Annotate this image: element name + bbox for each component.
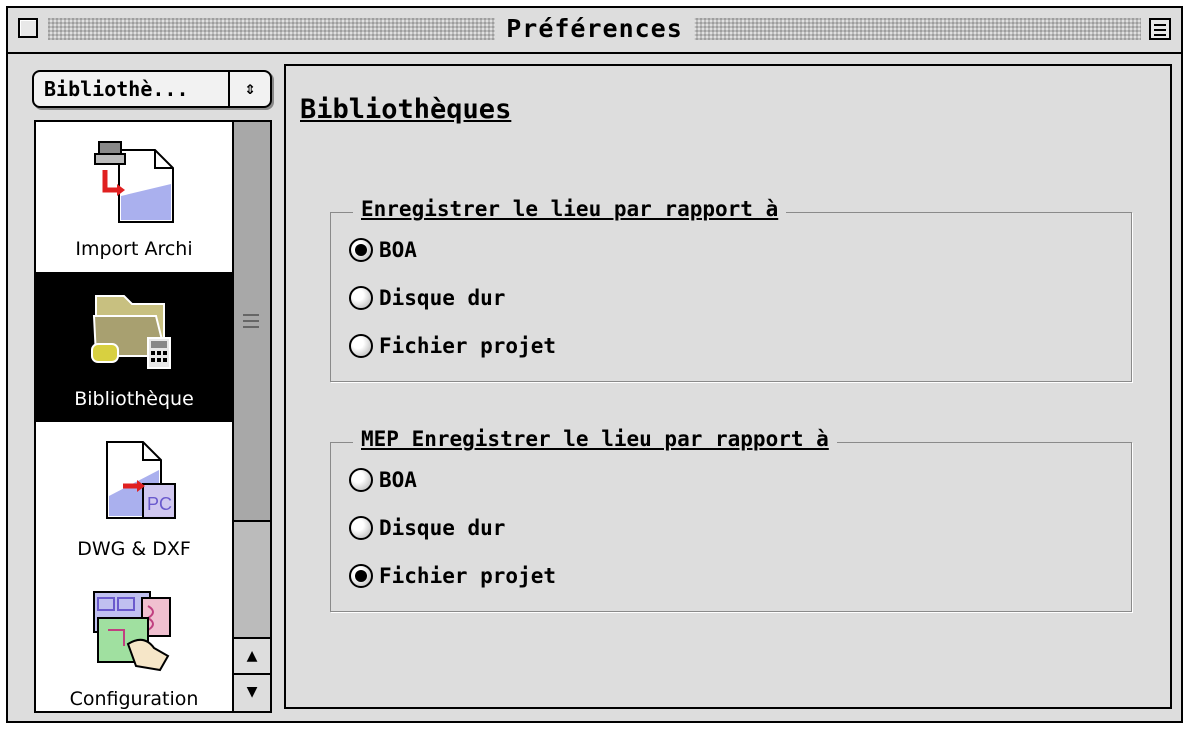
radio-label: Fichier projet xyxy=(379,564,557,588)
category-item-bibliotheque[interactable]: Bibliothèque xyxy=(36,272,232,422)
category-item-dwg-dxf[interactable]: PC DWG & DXF xyxy=(36,422,232,572)
category-label: Configuration xyxy=(69,688,199,710)
preferences-window: Préférences Bibliothè... ⇕ Import Archi … xyxy=(6,6,1183,723)
radio-option-fichier-projet[interactable]: Fichier projet xyxy=(349,559,556,593)
category-items: Import Archi Bibliothèque PC DWG & DXF C… xyxy=(36,122,232,711)
section-title: Bibliothèques xyxy=(300,94,512,125)
radio-label: Fichier projet xyxy=(379,334,557,358)
radio-option-fichier-projet[interactable]: Fichier projet xyxy=(349,329,556,363)
title-bar[interactable]: Préférences xyxy=(8,8,1181,54)
import-archi-icon xyxy=(94,141,174,223)
radio-button[interactable] xyxy=(349,564,373,588)
window-shade-icon[interactable] xyxy=(1149,18,1171,40)
category-pane: Bibliothè... ⇕ Import Archi Bibliothèque… xyxy=(12,58,276,713)
radio-label: BOA xyxy=(379,238,417,262)
scroll-thumb[interactable] xyxy=(234,122,270,522)
radio-button[interactable] xyxy=(349,334,373,358)
category-popup-menu[interactable]: Bibliothè... ⇕ xyxy=(32,70,272,108)
radio-button[interactable] xyxy=(349,286,373,310)
radio-option-disque-dur[interactable]: Disque dur xyxy=(349,281,505,315)
category-popup-label: Bibliothè... xyxy=(44,77,189,101)
category-label: Import Archi xyxy=(75,238,193,260)
settings-panel: Bibliothèques Enregistrer le lieu par ra… xyxy=(284,64,1172,709)
category-list: Import Archi Bibliothèque PC DWG & DXF C… xyxy=(34,120,272,713)
group-location: Enregistrer le lieu par rapport à BOA Di… xyxy=(330,197,1132,382)
library-folder-icon xyxy=(91,295,171,369)
group-title: MEP Enregistrer le lieu par rapport à xyxy=(353,427,837,451)
category-item-configuration[interactable]: Configuration xyxy=(36,572,232,711)
scroll-down-arrow-icon[interactable]: ▼ xyxy=(234,673,270,711)
radio-button[interactable] xyxy=(349,238,373,262)
close-box-icon[interactable] xyxy=(18,18,38,38)
scroll-up-arrow-icon[interactable]: ▲ xyxy=(234,637,270,675)
radio-option-boa[interactable]: BOA xyxy=(349,463,417,497)
radio-option-boa[interactable]: BOA xyxy=(349,233,417,267)
category-item-import-archi[interactable]: Import Archi xyxy=(36,122,232,272)
group-mep-location: MEP Enregistrer le lieu par rapport à BO… xyxy=(330,427,1132,612)
category-scrollbar[interactable]: ▲ ▼ xyxy=(232,122,270,711)
radio-button[interactable] xyxy=(349,468,373,492)
category-label: DWG & DXF xyxy=(77,538,191,560)
configuration-icon xyxy=(93,591,171,672)
radio-label: Disque dur xyxy=(379,286,506,310)
category-label: Bibliothèque xyxy=(74,388,194,410)
window-title: Préférences xyxy=(494,14,695,44)
popup-arrows-icon: ⇕ xyxy=(228,72,270,106)
radio-label: Disque dur xyxy=(379,516,506,540)
radio-label: BOA xyxy=(379,468,417,492)
radio-button[interactable] xyxy=(349,516,373,540)
dwg-dxf-icon: PC xyxy=(106,441,176,519)
radio-option-disque-dur[interactable]: Disque dur xyxy=(349,511,505,545)
svg-text:PC: PC xyxy=(147,494,172,514)
group-title: Enregistrer le lieu par rapport à xyxy=(353,197,787,221)
